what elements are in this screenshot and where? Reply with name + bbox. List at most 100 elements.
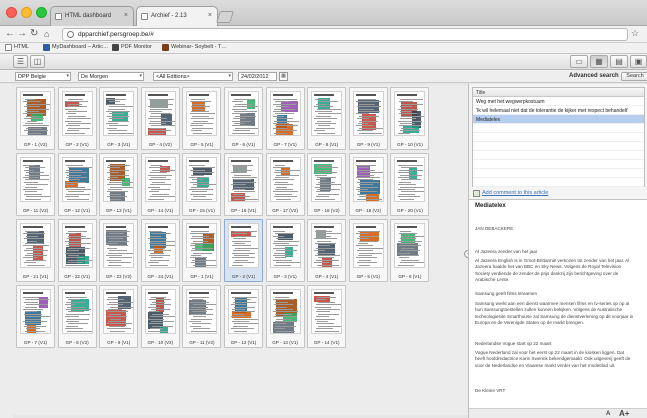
page-thumbnail[interactable]: GP - 3 (V1) — [265, 219, 305, 282]
font-increase-button[interactable]: A+ — [619, 409, 629, 418]
page-preview — [20, 91, 51, 136]
editions-value: <All Editions> — [156, 74, 190, 80]
page-thumbnail[interactable]: GP - 15 (V1) — [182, 153, 222, 216]
page-preview — [311, 157, 343, 202]
pane-icon: ▭ — [575, 57, 583, 66]
page-thumbnail[interactable]: GP - 7 (V1) — [265, 87, 305, 150]
close-icon[interactable]: × — [208, 12, 212, 19]
column-header-title[interactable]: Title — [473, 88, 644, 97]
forward-icon[interactable]: → — [17, 28, 27, 40]
article-row[interactable]: Weg met het wegwerpkostuum — [473, 97, 644, 106]
home-icon[interactable]: ⌂ — [44, 28, 49, 40]
close-window-button[interactable] — [6, 7, 17, 18]
page-label: GP - 11 (V2) — [189, 340, 215, 345]
fullscreen-pane-button[interactable]: ▣ — [630, 55, 647, 68]
page-preview — [269, 157, 301, 202]
page-thumbnail[interactable]: GP - 12 (V1) — [57, 153, 97, 216]
edition-select[interactable]: DPP Belgie ▾ — [15, 72, 71, 81]
page-thumbnail[interactable]: GP - 1 (V1) — [182, 219, 222, 282]
page-thumbnail[interactable]: GP - 23 (V2) — [99, 219, 139, 282]
page-thumbnail[interactable]: GP - 14 (V1) — [140, 153, 180, 216]
page-label: GP - 6 (V1) — [398, 274, 422, 279]
grid-pane-button[interactable]: ▦ — [590, 55, 608, 68]
page-thumbnail[interactable]: GP - 10 (V2) — [140, 285, 180, 348]
tab-html-dashboard[interactable]: HTML dashboard × — [50, 6, 134, 26]
page-thumbnail[interactable]: GP - 3 (V1) — [99, 87, 139, 150]
page-thumbnail[interactable]: GP - 8 (V1) — [307, 87, 347, 150]
page-thumbnail[interactable]: GP - 17 (V2) — [265, 153, 305, 216]
address-bar[interactable]: dpparchief.persgroep.be/# — [62, 28, 628, 41]
minimize-window-button[interactable] — [21, 7, 32, 18]
close-icon[interactable]: × — [124, 12, 128, 19]
date-field[interactable]: 24/02/2012 — [238, 72, 277, 81]
page-preview — [103, 157, 135, 202]
page-label: GP - 15 (V1) — [189, 208, 215, 213]
page-thumbnail[interactable]: GP - 9 (V1) — [99, 285, 139, 348]
page-thumbnail[interactable]: GP - 24 (V1) — [140, 219, 180, 282]
page-label: GP - 12 (V1) — [64, 208, 90, 213]
back-icon[interactable]: ← — [5, 28, 15, 40]
title-value: De Morgen — [81, 74, 109, 80]
page-thumbnail[interactable]: GP - 11 (V2) — [16, 153, 55, 216]
page-thumbnail[interactable]: GP - 8 (V2) — [57, 285, 97, 348]
empty-row — [473, 142, 644, 151]
add-comment-link[interactable]: Add comment to this article — [473, 190, 548, 197]
editions-select[interactable]: <All Editions> ▾ — [153, 72, 233, 81]
page-thumbnail[interactable]: GP - 11 (V2) — [182, 285, 222, 348]
article-row[interactable]: Mediatelex — [473, 115, 644, 124]
bookmark-webinar[interactable]: Webinar- Soybelt - T… — [162, 44, 227, 51]
single-pane-button[interactable]: ▭ — [570, 55, 588, 68]
page-thumbnail[interactable]: GP - 10 (V1) — [390, 87, 430, 150]
page-label: GP - 6 (V1) — [231, 142, 256, 147]
empty-row — [473, 133, 644, 142]
zoom-window-button[interactable] — [36, 7, 47, 18]
page-label: GP - 1 (V2) — [23, 142, 48, 147]
page-thumbnail[interactable]: GP - 20 (V1) — [390, 153, 430, 216]
calendar-icon[interactable]: ▦ — [279, 72, 288, 81]
columns-icon: ◫ — [33, 57, 42, 66]
article-row[interactable]: 'Ik wil helemaal niet dat de tolerantie … — [473, 106, 644, 115]
page-thumbnail[interactable]: GP - 2 (V1) — [57, 87, 97, 150]
page-thumbnail[interactable]: GP - 2 (V1) — [224, 219, 263, 282]
page-thumbnail[interactable]: GP - 19 (V2) — [348, 153, 388, 216]
page-thumbnail[interactable]: GP - 7 (V1) — [16, 285, 55, 348]
fullscreen-icon: ▣ — [634, 57, 643, 66]
page-thumbnail[interactable]: GP - 13 (V1) — [99, 153, 139, 216]
page-thumbnail[interactable]: GP - 21 (V1) — [16, 219, 55, 282]
menu-icon: ☰ — [16, 57, 25, 66]
new-tab-button[interactable] — [216, 11, 234, 23]
page-thumbnail[interactable]: GP - 5 (V1) — [182, 87, 222, 150]
page-thumbnail[interactable]: GP - 18 (V2) — [307, 153, 347, 216]
list-view-button[interactable]: ☰ — [13, 55, 28, 68]
page-thumbnail[interactable]: GP - 4 (V2) — [140, 87, 180, 150]
page-thumbnail[interactable]: GP - 6 (V1) — [390, 219, 430, 282]
page-thumbnail[interactable]: GP - 5 (V1) — [348, 219, 388, 282]
reader-pane-button[interactable]: ▤ — [610, 55, 628, 68]
bookmark-html[interactable]: HTML — [5, 44, 29, 51]
page-thumbnail[interactable]: GP - 12 (V1) — [224, 285, 263, 348]
page-thumbnail[interactable]: GP - 22 (V1) — [57, 219, 97, 282]
page-thumbnail[interactable]: GP - 6 (V1) — [224, 87, 263, 150]
page-label: GP - 3 (V1) — [273, 274, 297, 279]
title-select[interactable]: De Morgen ▾ — [78, 72, 144, 81]
page-label: GP - 23 (V2) — [105, 274, 132, 279]
page-label: GP - 9 (V1) — [107, 340, 131, 345]
page-preview — [228, 223, 259, 268]
split-view-button[interactable]: ◫ — [30, 55, 45, 68]
tab-archief[interactable]: Archief - 2.13 × — [136, 6, 218, 26]
page-thumbnail[interactable]: GP - 1 (V2) — [16, 87, 55, 150]
search-button[interactable]: Search — [621, 72, 647, 81]
page-thumbnail[interactable]: GP - 16 (V1) — [224, 153, 263, 216]
page-thumbnail[interactable]: GP - 14 (V1) — [307, 285, 347, 348]
page-thumbnail[interactable]: GP - 13 (V1) — [265, 285, 305, 348]
advanced-search-link[interactable]: Advanced search — [569, 73, 619, 79]
bookmark-mydashboard[interactable]: MyDashboard – Artic… — [43, 44, 109, 51]
font-decrease-button[interactable]: A — [606, 411, 610, 417]
bookmark-pdf-monitor[interactable]: PDF Monitor — [112, 44, 152, 51]
page-thumbnail[interactable]: GP - 9 (V1) — [348, 87, 388, 150]
bookmark-star-icon[interactable]: ☆ — [631, 28, 639, 39]
page-thumbnail[interactable]: GP - 4 (V1) — [307, 219, 347, 282]
empty-row — [473, 160, 644, 169]
reload-icon[interactable]: ↻ — [30, 28, 38, 40]
page-preview — [352, 91, 384, 136]
